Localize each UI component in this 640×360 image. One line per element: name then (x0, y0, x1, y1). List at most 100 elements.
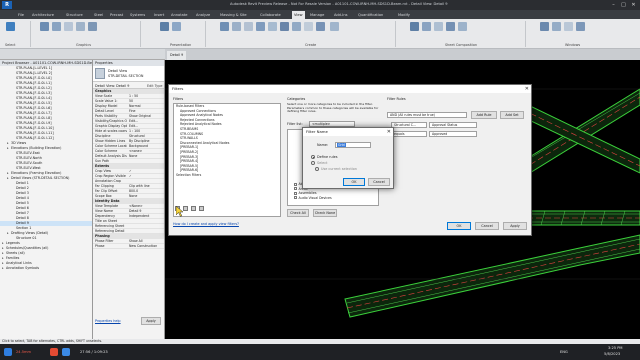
ribbon-tab-structure[interactable]: Structure (64, 11, 85, 19)
close-inactive-icon[interactable] (552, 22, 561, 31)
schedules-icon[interactable] (316, 22, 325, 31)
ribbon-tab-systems[interactable]: Systems (128, 11, 147, 19)
browser-item-label: STR-PLAN-[F-G.0L L12] (16, 136, 54, 140)
property-row[interactable]: Phase New Construction (93, 244, 164, 249)
add-set-button[interactable]: Add Set (500, 111, 524, 119)
apply-button[interactable]: Apply (503, 222, 527, 230)
browser-icon[interactable] (50, 348, 58, 356)
category-checkbox[interactable] (294, 196, 297, 200)
scope-box-icon[interactable] (330, 22, 339, 31)
ribbon-tab-add-ins[interactable]: Add-Ins (332, 11, 349, 19)
browser-item[interactable]: ▸ Annotation Symbols (0, 266, 92, 271)
modify-tool-icon[interactable] (6, 22, 15, 31)
categories-label: Categories (287, 97, 306, 101)
tile-views-icon[interactable] (564, 22, 573, 31)
property-row[interactable]: Sun Path (93, 159, 164, 164)
close-icon[interactable]: ✕ (387, 128, 391, 136)
ribbon-separator (30, 21, 31, 47)
category-checkbox[interactable] (294, 191, 297, 195)
group-label-select: Select (5, 43, 16, 47)
ribbon-tab-annotate[interactable]: Annotate (169, 11, 189, 19)
properties-apply-button[interactable]: Apply (141, 317, 161, 325)
delete-filter-icon[interactable] (199, 206, 204, 211)
ribbon-tab-precast[interactable]: Precast (108, 11, 125, 19)
guide-grid-icon[interactable] (458, 22, 467, 31)
filter-name-cancel-button[interactable]: Cancel (368, 178, 390, 186)
place-view-icon[interactable] (422, 22, 431, 31)
render-icon[interactable] (160, 22, 169, 31)
filters-icon[interactable] (64, 22, 73, 31)
switch-windows-icon[interactable] (540, 22, 549, 31)
properties-help-link[interactable]: Properties help (95, 319, 121, 323)
category-checkbox[interactable] (294, 187, 297, 191)
render-gallery-icon[interactable] (172, 22, 181, 31)
ribbon-tab-steel[interactable]: Steel (92, 11, 105, 19)
property-value[interactable]: None (129, 194, 163, 198)
ok-button[interactable]: OK (447, 222, 471, 230)
ribbon-tab-file[interactable]: File (16, 11, 26, 19)
callout-icon[interactable] (244, 22, 253, 31)
legends-icon[interactable] (304, 22, 313, 31)
ribbon-tab-insert[interactable]: Insert (152, 11, 166, 19)
plan-views-icon[interactable] (256, 22, 265, 31)
filter-name-ok-button[interactable]: OK (343, 178, 365, 186)
add-rule-button[interactable]: Add Rule (471, 111, 497, 119)
maximize-icon[interactable]: □ (619, 1, 628, 9)
filter-name-input[interactable]: Grid (335, 142, 371, 148)
property-value[interactable]: New Construction (129, 244, 163, 248)
start-icon[interactable] (4, 348, 12, 356)
drafting-view-icon[interactable] (280, 22, 289, 31)
edit-type-button[interactable]: Edit Type (147, 84, 162, 88)
instance-selector[interactable]: Detail View: Detail 9 (95, 84, 129, 88)
select-radio[interactable] (311, 161, 315, 165)
view-templates-icon[interactable] (40, 22, 49, 31)
ribbon-tab-collaborate[interactable]: Collaborate (258, 11, 283, 19)
group-label-sheet-composition: Sheet Composition (445, 43, 478, 47)
browser-item-label: STR-PLAN-[F-G.0L L10] (16, 126, 54, 130)
filters-help-link[interactable]: How do I create and apply view filters? (173, 222, 239, 226)
revit-logo-icon[interactable]: R (2, 1, 12, 9)
ribbon-tab-massing-site[interactable]: Massing & Site (218, 11, 249, 19)
elevation-icon[interactable] (268, 22, 277, 31)
rule-parameter-name-dropdown[interactable]: Approval Status (429, 122, 477, 128)
check-all-button[interactable]: Check All (287, 209, 309, 217)
duplicate-view-icon[interactable] (292, 22, 301, 31)
show-hidden-lines-icon[interactable] (88, 22, 97, 31)
view-tab-detail-9[interactable]: Detail 9 (167, 51, 187, 60)
rename-filter-icon[interactable] (191, 206, 196, 211)
ribbon-tab-architecture[interactable]: Architecture (30, 11, 56, 19)
close-icon[interactable]: ✕ (629, 1, 638, 9)
check-none-button[interactable]: Check None (313, 209, 337, 217)
thin-lines-icon[interactable] (76, 22, 85, 31)
category-item[interactable]: Audio Visual Devices (288, 196, 378, 201)
rule-combo-dropdown[interactable]: AND (All rules must be true) (387, 112, 467, 118)
define-rules-radio[interactable] (311, 155, 315, 159)
sheet-icon[interactable] (410, 22, 419, 31)
rule-value-dropdown[interactable]: Approved (429, 131, 477, 137)
app-icon[interactable] (62, 348, 70, 356)
user-interface-icon[interactable] (576, 22, 585, 31)
use-current-selection-radio[interactable] (315, 167, 319, 171)
section-icon[interactable] (232, 22, 241, 31)
visibility-graphics-icon[interactable] (52, 22, 61, 31)
ribbon-panel: Select Graphics Presentation Create Shee… (0, 19, 640, 49)
ribbon-tab-manage[interactable]: Manage (308, 11, 326, 19)
close-icon[interactable]: ✕ (525, 85, 529, 93)
cancel-button[interactable]: Cancel (475, 222, 499, 230)
type-name: Detail View (108, 69, 128, 73)
property-row[interactable]: Referencing Detail (93, 229, 164, 234)
category-checkbox[interactable] (294, 182, 297, 186)
revisions-icon[interactable] (446, 22, 455, 31)
rule-operator-dropdown[interactable]: equals (391, 131, 427, 137)
ribbon-tab-analyze[interactable]: Analyze (194, 11, 212, 19)
rule-parameter-dropdown[interactable]: Structural C... (391, 122, 427, 128)
property-row[interactable]: Scope Box None (93, 194, 164, 199)
ribbon-tab-view[interactable]: View (292, 11, 305, 19)
ribbon-tab-quantification[interactable]: Quantification (356, 11, 385, 19)
filters-group-header[interactable]: Selection Filters (174, 173, 280, 178)
title-block-icon[interactable] (434, 22, 443, 31)
3d-view-icon[interactable] (220, 22, 229, 31)
ribbon-tab-modify[interactable]: Modify (396, 11, 412, 19)
type-selector[interactable]: Detail View STR-DETAIL SECTION (93, 66, 164, 82)
minimize-icon[interactable]: – (609, 1, 618, 9)
